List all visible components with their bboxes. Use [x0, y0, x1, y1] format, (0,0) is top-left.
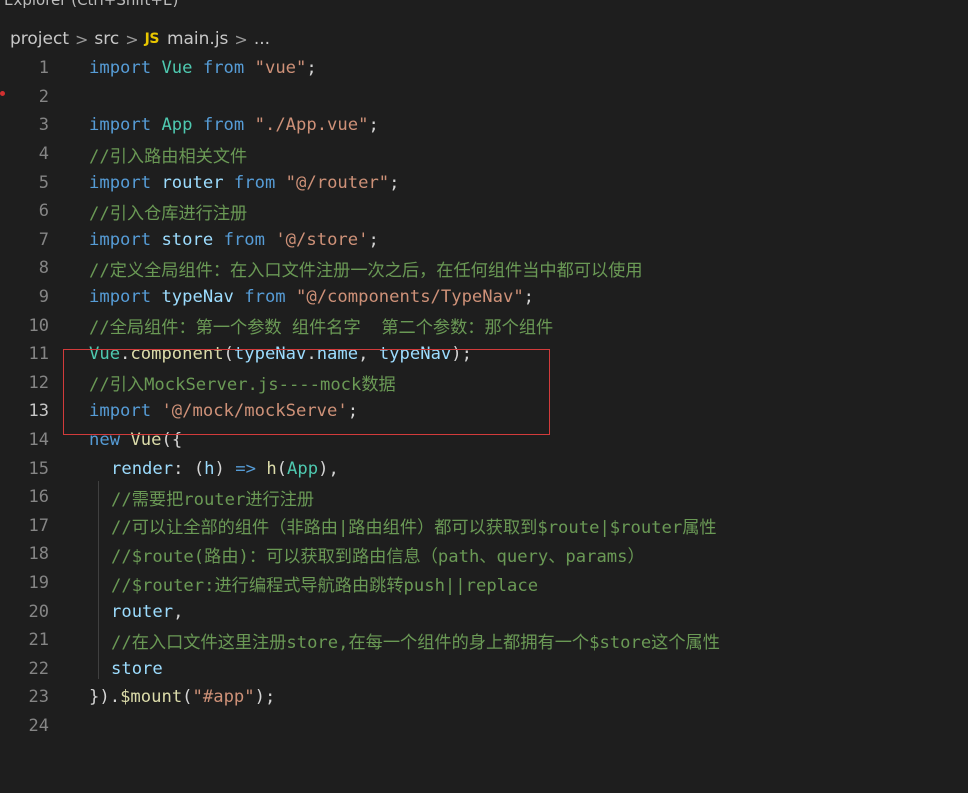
line-number: 21 [28, 630, 49, 651]
code-text: //需要把router进行注册 [111, 489, 315, 510]
code-line[interactable]: 17 //可以让全部的组件（非路由|路由组件）都可以获取到$route|$rout… [0, 512, 968, 541]
breadcrumb-symbols[interactable]: ... [254, 29, 270, 49]
line-number: 12 [28, 372, 49, 393]
chevron-right-icon: > [125, 29, 139, 49]
line-number: 22 [28, 658, 49, 679]
code-text: router, [111, 601, 184, 622]
code-text: render: (h) => h(App), [111, 458, 339, 479]
code-text: //$router:进行编程式导航路由跳转push||replace [111, 575, 539, 596]
line-number: 14 [28, 430, 49, 451]
code-text: import store from '@/store'; [89, 229, 379, 250]
code-line[interactable]: 20 router, [0, 597, 968, 626]
line-number: 6 [38, 201, 49, 222]
line-number: 8 [38, 258, 49, 279]
line-number: 2 [38, 86, 49, 107]
line-number: 7 [38, 229, 49, 250]
line-number: 18 [28, 544, 49, 565]
line-number: 5 [38, 172, 49, 193]
code-text: import router from "@/router"; [89, 172, 400, 193]
breadcrumb: project > src > JS main.js > ... [10, 27, 270, 51]
code-line[interactable]: 9 import typeNav from "@/components/TypeN… [0, 283, 968, 312]
line-number: 23 [28, 687, 49, 708]
explorer-tooltip-title: Explorer (Ctrl+Shift+E) [4, 0, 179, 9]
code-text: //引入仓库进行注册 [89, 203, 248, 224]
breadcrumb-src[interactable]: src [94, 29, 119, 49]
chevron-right-icon: > [75, 29, 89, 49]
code-text: //在入口文件这里注册store,在每一个组件的身上都拥有一个$store这个属… [111, 632, 720, 653]
line-number: 1 [38, 58, 49, 79]
line-number: 4 [38, 144, 49, 165]
code-text: //引入路由相关文件 [89, 146, 248, 167]
annotation-highlight-box [63, 349, 550, 435]
code-line[interactable]: 22 store [0, 655, 968, 684]
line-number: 13 [28, 401, 49, 422]
javascript-file-icon: JS [144, 31, 160, 47]
code-line[interactable]: 24 [0, 712, 968, 741]
code-line[interactable]: 18 //$route(路由)：可以获取到路由信息（path、query、para… [0, 540, 968, 569]
code-text: store [111, 658, 163, 679]
line-number: 16 [28, 487, 49, 508]
code-line[interactable]: 2 [0, 83, 968, 112]
line-number: 11 [28, 344, 49, 365]
code-line[interactable]: 4 //引入路由相关文件 [0, 140, 968, 169]
code-text: //全局组件：第一个参数 组件名字 第二个参数：那个组件 [89, 318, 554, 339]
code-text: //可以让全部的组件（非路由|路由组件）都可以获取到$route|$router… [111, 518, 717, 539]
code-line[interactable]: 23 }).$mount("#app"); [0, 683, 968, 712]
code-line[interactable]: 16 //需要把router进行注册 [0, 483, 968, 512]
code-text: }).$mount("#app"); [89, 687, 276, 708]
line-number: 9 [38, 287, 49, 308]
code-text: //定义全局组件：在入口文件注册一次之后，在任何组件当中都可以使用 [89, 260, 643, 281]
line-number: 10 [28, 315, 49, 336]
code-text: //$route(路由)：可以获取到路由信息（path、query、params… [111, 546, 645, 567]
line-number: 3 [38, 115, 49, 136]
line-number: 15 [28, 458, 49, 479]
code-line[interactable]: 7 import store from '@/store'; [0, 226, 968, 255]
line-number: 20 [28, 601, 49, 622]
code-line[interactable]: 1 import Vue from "vue"; [0, 54, 968, 83]
breadcrumb-project[interactable]: project [10, 29, 69, 49]
code-line[interactable]: 19 //$router:进行编程式导航路由跳转push||replace [0, 569, 968, 598]
breadcrumb-main-js[interactable]: main.js [167, 29, 228, 49]
window-title-strip: Explorer (Ctrl+Shift+E) [0, 0, 968, 24]
code-text: import App from "./App.vue"; [89, 115, 379, 136]
code-line[interactable]: 6 //引入仓库进行注册 [0, 197, 968, 226]
code-text: import typeNav from "@/components/TypeNa… [89, 287, 535, 308]
code-line[interactable]: 15 render: (h) => h(App), [0, 454, 968, 483]
code-line[interactable]: 8 //定义全局组件：在入口文件注册一次之后，在任何组件当中都可以使用 [0, 254, 968, 283]
code-line[interactable]: 5 import router from "@/router"; [0, 168, 968, 197]
line-number: 24 [28, 716, 49, 737]
code-line[interactable]: 21 //在入口文件这里注册store,在每一个组件的身上都拥有一个$store这… [0, 626, 968, 655]
line-number: 17 [28, 515, 49, 536]
code-line[interactable]: 3 import App from "./App.vue"; [0, 111, 968, 140]
chevron-right-icon: > [234, 29, 248, 49]
line-number: 19 [28, 573, 49, 594]
code-line[interactable]: 10 //全局组件：第一个参数 组件名字 第二个参数：那个组件 [0, 311, 968, 340]
code-text: import Vue from "vue"; [89, 58, 317, 79]
